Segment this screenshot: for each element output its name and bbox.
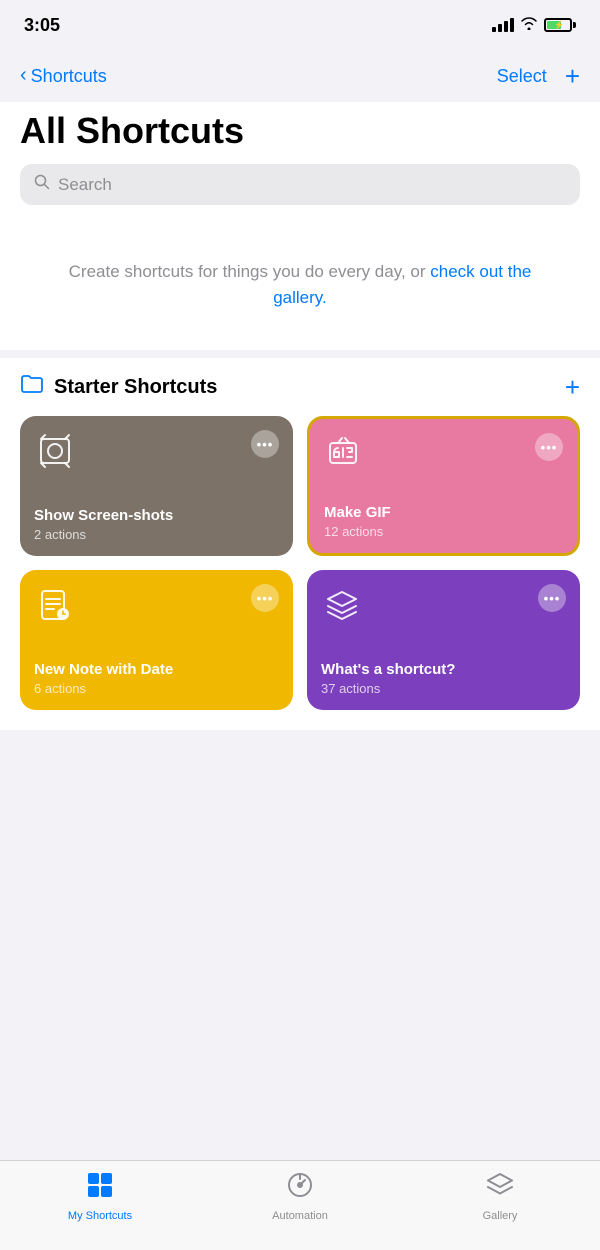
- signal-icon: [492, 18, 514, 32]
- status-icons: ⚡: [492, 16, 576, 35]
- tab-my-shortcuts-label: My Shortcuts: [68, 1210, 132, 1222]
- nav-actions: Select +: [497, 63, 580, 89]
- nav-bar: ‹ Shortcuts Select +: [0, 50, 600, 102]
- shortcut-card-note[interactable]: ••• New Note with Date 6 actions: [20, 570, 293, 710]
- shortcut-card-screenshots[interactable]: ••• Show Screen-shots 2 actions: [20, 416, 293, 556]
- card-name: Make GIF: [324, 503, 563, 523]
- gallery-icon: [486, 1171, 514, 1206]
- gif-icon: [324, 433, 366, 475]
- empty-state-text: Create shortcuts for things you do every…: [69, 262, 431, 281]
- section-title: Starter Shortcuts: [54, 376, 217, 399]
- card-name: What's a shortcut?: [321, 660, 566, 680]
- shortcuts-section: Starter Shortcuts + •••: [20, 358, 580, 710]
- status-time: 3:05: [24, 15, 60, 36]
- back-button[interactable]: ‹ Shortcuts: [20, 65, 107, 87]
- back-chevron-icon: ‹: [20, 64, 27, 87]
- empty-state: Create shortcuts for things you do every…: [20, 229, 580, 350]
- folder-icon: [20, 374, 44, 400]
- search-icon: [34, 174, 50, 195]
- screenshot-icon: [34, 430, 76, 472]
- page-title: All Shortcuts: [0, 102, 600, 164]
- select-button[interactable]: Select: [497, 66, 547, 87]
- status-bar: 3:05 ⚡: [0, 0, 600, 50]
- battery-icon: ⚡: [544, 18, 576, 32]
- tab-bar: My Shortcuts Automation Gallery: [0, 1160, 600, 1250]
- section-add-button[interactable]: +: [565, 374, 580, 400]
- tab-my-shortcuts[interactable]: My Shortcuts: [0, 1171, 200, 1222]
- card-actions: 6 actions: [34, 681, 279, 696]
- note-icon: [34, 584, 76, 626]
- shortcut-card-gif[interactable]: ••• Make GIF 12 actions: [307, 416, 580, 556]
- wifi-icon: [520, 16, 538, 35]
- tab-gallery-label: Gallery: [483, 1210, 518, 1222]
- card-actions: 12 actions: [324, 524, 563, 539]
- back-label: Shortcuts: [31, 66, 107, 87]
- card-name: New Note with Date: [34, 660, 279, 680]
- more-button[interactable]: •••: [535, 433, 563, 461]
- more-button[interactable]: •••: [251, 430, 279, 458]
- add-button[interactable]: +: [565, 63, 580, 89]
- layers-icon: [321, 584, 363, 626]
- tab-gallery[interactable]: Gallery: [400, 1171, 600, 1222]
- automation-icon: [286, 1171, 314, 1206]
- section-title-group: Starter Shortcuts: [20, 374, 217, 400]
- main-content: All Shortcuts Search Create shortcuts fo…: [0, 102, 600, 730]
- shortcuts-grid: ••• Show Screen-shots 2 actions: [20, 416, 580, 710]
- card-name: Show Screen-shots: [34, 506, 279, 526]
- shortcut-card-whats[interactable]: ••• What's a shortcut? 37 actions: [307, 570, 580, 710]
- search-bar[interactable]: Search: [20, 164, 580, 205]
- more-button[interactable]: •••: [538, 584, 566, 612]
- my-shortcuts-icon: [86, 1171, 114, 1206]
- tab-automation[interactable]: Automation: [200, 1171, 400, 1222]
- card-actions: 2 actions: [34, 527, 279, 542]
- section-header: Starter Shortcuts +: [20, 374, 580, 400]
- tab-automation-label: Automation: [272, 1210, 328, 1222]
- card-actions: 37 actions: [321, 681, 566, 696]
- more-button[interactable]: •••: [251, 584, 279, 612]
- section-separator: [0, 350, 600, 358]
- search-placeholder: Search: [58, 175, 112, 195]
